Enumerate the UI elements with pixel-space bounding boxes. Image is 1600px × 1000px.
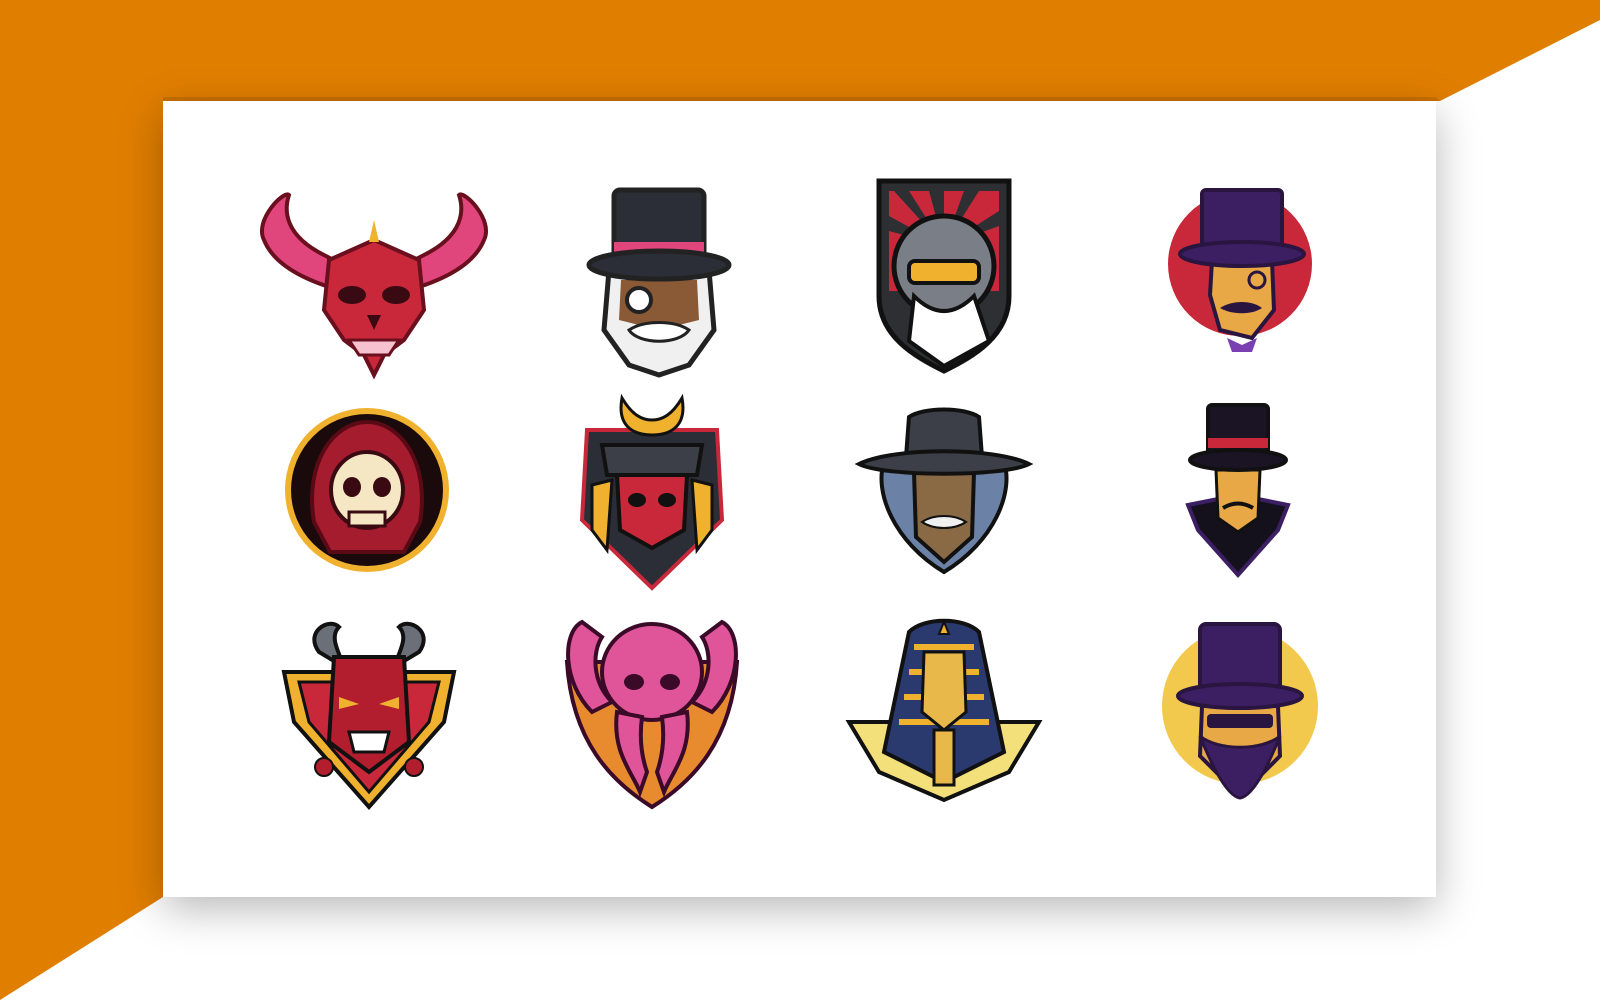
oni-demon-mask-logo <box>244 612 504 822</box>
top-hat-beard-icon <box>1162 622 1318 800</box>
top-hat-bearded-man-yellow-circle-logo <box>1102 616 1362 826</box>
oni-mask-icon <box>281 621 457 811</box>
hooded-skull-reaper-logo <box>244 402 504 612</box>
top-hat-old-man-icon <box>586 187 732 378</box>
hooded-skull-icon <box>285 408 449 572</box>
pilot-helmet-icon <box>876 178 1012 374</box>
pharaoh-sphinx-logo <box>814 612 1074 822</box>
top-hat-gentleman-icon <box>1168 188 1312 352</box>
top-hat-monocle-gentleman-logo <box>529 180 789 390</box>
cowboy-hat-icon <box>854 407 1034 575</box>
octopus-icon <box>564 619 740 810</box>
pharaoh-icon <box>845 618 1043 803</box>
samurai-skull-helmet-logo <box>522 390 782 600</box>
demon-skull-horns-icon <box>260 192 488 380</box>
top-hat-cape-icon <box>1185 403 1291 579</box>
demon-skull-horns-logo <box>244 180 504 390</box>
top-hat-cape-gentleman-logo <box>1108 400 1368 610</box>
octopus-kraken-logo <box>522 612 782 822</box>
cowboy-hat-man-logo <box>814 402 1074 612</box>
pilot-helmet-goggles-logo <box>814 176 1074 386</box>
samurai-helmet-icon <box>579 393 725 591</box>
top-hat-gentleman-red-circle-logo <box>1102 180 1362 390</box>
